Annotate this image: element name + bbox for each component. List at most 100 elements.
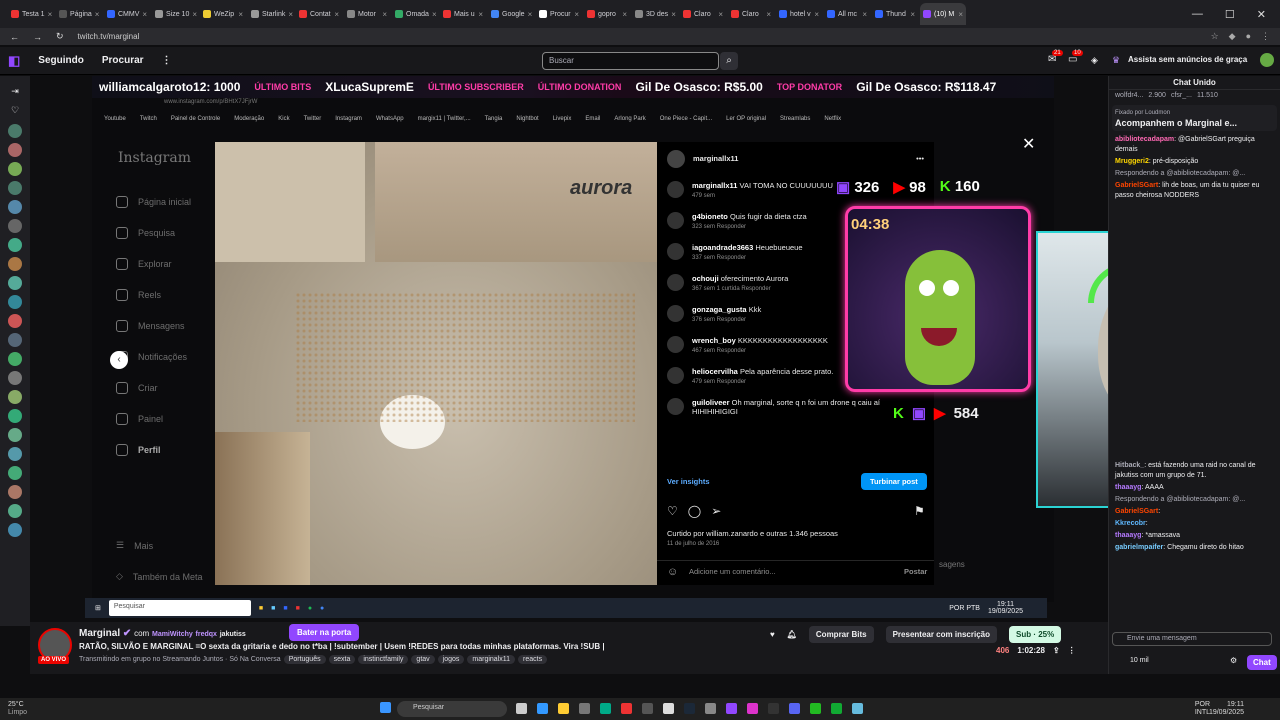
- ig-nav-item[interactable]: Explorar: [116, 248, 214, 279]
- post-options-icon[interactable]: •••: [916, 154, 924, 163]
- chat-message[interactable]: abibliotecadapam: @GabrielSGart preguiça…: [1109, 134, 1280, 156]
- collapse-icon[interactable]: ⇥: [0, 86, 30, 97]
- channel-avatar[interactable]: [8, 447, 22, 461]
- ig-nav-item[interactable]: Painel: [116, 403, 214, 434]
- browser-tab[interactable]: Omada ×: [392, 3, 438, 25]
- bookmark-item[interactable]: Twitter: [304, 116, 322, 122]
- whisper-icon[interactable]: ◈: [1091, 55, 1098, 66]
- tab-close-icon[interactable]: ×: [288, 10, 293, 19]
- browser-tab[interactable]: Testa 1 ×: [8, 3, 54, 25]
- channel-avatar[interactable]: [8, 181, 22, 195]
- bookmark-item[interactable]: margix11 | Twitter,...: [418, 116, 471, 122]
- obs-icon[interactable]: [768, 703, 779, 714]
- browser-tab[interactable]: Motor ×: [344, 3, 390, 25]
- menu-icon[interactable]: ⋮: [1261, 31, 1270, 42]
- chat-message[interactable]: Mruggeri2: pré-disposição: [1109, 156, 1280, 168]
- comment-username[interactable]: g4bioneto: [692, 212, 728, 221]
- tab-close-icon[interactable]: ×: [622, 10, 627, 19]
- channel-avatar[interactable]: [8, 466, 22, 480]
- ig-nav-meta[interactable]: ◇ Também da Meta: [116, 561, 202, 592]
- app-icon[interactable]: [831, 703, 842, 714]
- browser-tab[interactable]: hotel v ×: [776, 3, 822, 25]
- chat-username[interactable]: GabrielSGart: [1115, 508, 1158, 515]
- bookmark-item[interactable]: Painel de Controle: [171, 116, 220, 122]
- tab-close-icon[interactable]: ×: [382, 10, 387, 19]
- collab-3[interactable]: jakutiss: [220, 631, 246, 638]
- tab-close-icon[interactable]: ×: [718, 10, 723, 19]
- chat-username[interactable]: Hitback_: [1115, 462, 1144, 469]
- chat-send-button[interactable]: Chat: [1247, 655, 1277, 670]
- browser-tab[interactable]: WeZip ×: [200, 3, 246, 25]
- channel-avatar[interactable]: [8, 124, 22, 138]
- browser-tab[interactable]: Starlink ×: [248, 3, 294, 25]
- chat-message[interactable]: thaaayg: *amassava: [1109, 530, 1280, 542]
- tab-close-icon[interactable]: ×: [48, 10, 53, 19]
- app-icon[interactable]: [642, 703, 653, 714]
- gift-sub-button[interactable]: Presentear com inscrição: [885, 626, 997, 643]
- stream-tag[interactable]: reacts: [518, 655, 548, 664]
- app-icon[interactable]: [663, 703, 674, 714]
- stream-tag[interactable]: Português: [283, 655, 326, 664]
- twitch-icon[interactable]: [726, 703, 737, 714]
- browser-tab[interactable]: Mais u ×: [440, 3, 486, 25]
- browser-tab[interactable]: All mc ×: [824, 3, 870, 25]
- app-icon[interactable]: [810, 703, 821, 714]
- collab-2[interactable]: fredqx: [196, 631, 217, 638]
- bookmark-item[interactable]: One Piece - Capit...: [660, 116, 712, 122]
- nav-browse[interactable]: Procurar: [102, 55, 144, 66]
- chat-message[interactable]: thaaayg: AAAA: [1109, 482, 1280, 494]
- crown-icon[interactable]: ♛: [1112, 55, 1120, 66]
- ad-free-link[interactable]: Assista sem anúncios de graça: [1128, 55, 1247, 64]
- channel-avatar[interactable]: [8, 314, 22, 328]
- url-field[interactable]: twitch.tv/marginal: [78, 32, 140, 41]
- bookmark-item[interactable]: Moderação: [234, 116, 264, 122]
- post-comment-button[interactable]: Postar: [904, 567, 927, 576]
- chat-username[interactable]: thaaayg: [1115, 484, 1141, 491]
- maximize-icon[interactable]: ☐: [1225, 8, 1235, 21]
- post-username[interactable]: marginallx11: [693, 154, 738, 163]
- channel-avatar[interactable]: [8, 200, 22, 214]
- heart-icon[interactable]: ♥: [770, 630, 775, 639]
- chat-username[interactable]: Mruggeri2: [1115, 158, 1149, 165]
- comment-username[interactable]: heliocervilha: [692, 367, 738, 376]
- channel-avatar[interactable]: [8, 428, 22, 442]
- comment-username[interactable]: ochouji: [692, 274, 719, 283]
- stream-tag[interactable]: marginalx11: [467, 655, 516, 664]
- commenter-avatar[interactable]: [667, 212, 684, 229]
- emoji-icon[interactable]: ☺: [667, 566, 678, 578]
- channel-avatar[interactable]: [8, 485, 22, 499]
- chat-message[interactable]: GabrielSGart: lih de boas, um dia tu qui…: [1109, 180, 1280, 202]
- bookmark-item[interactable]: Kick: [278, 116, 289, 122]
- comment-username[interactable]: iagoandrade3663: [692, 243, 753, 252]
- channel-avatar[interactable]: [8, 162, 22, 176]
- bookmark-item[interactable]: Ler OP original: [726, 116, 766, 122]
- save-icon[interactable]: ⚑: [914, 504, 925, 518]
- windows-start-icon[interactable]: [380, 702, 391, 713]
- ig-nav-item[interactable]: Página inicial: [116, 186, 214, 217]
- bookmark-item[interactable]: Netflix: [824, 116, 841, 122]
- chat-message[interactable]: Kkrecobr:: [1109, 518, 1280, 530]
- search-input[interactable]: Buscar: [542, 52, 719, 70]
- post-user-avatar[interactable]: [667, 149, 685, 168]
- browser-tab[interactable]: Claro ×: [680, 3, 726, 25]
- reload-icon[interactable]: ↻: [56, 31, 64, 42]
- chat-username[interactable]: Kkrecobr: [1115, 520, 1146, 527]
- ig-nav-more[interactable]: ☰ Mais: [116, 530, 153, 561]
- channel-avatar[interactable]: [8, 143, 22, 157]
- chat-username[interactable]: abibliotecadapam: [1115, 136, 1174, 143]
- subscribe-button[interactable]: Sub · 25%: [1008, 626, 1062, 643]
- app-icon[interactable]: [747, 703, 758, 714]
- heart-icon[interactable]: ♡: [0, 105, 30, 116]
- browser-tab[interactable]: 3D des ×: [632, 3, 678, 25]
- previous-post-button[interactable]: ‹: [110, 351, 128, 369]
- close-icon[interactable]: ✕: [1022, 134, 1035, 154]
- channel-avatar[interactable]: [8, 295, 22, 309]
- bookmark-item[interactable]: Livepix: [553, 116, 572, 122]
- tab-close-icon[interactable]: ×: [958, 10, 963, 19]
- chat-username[interactable]: GabrielSGart: [1115, 182, 1158, 189]
- bookmark-item[interactable]: Twitch: [140, 116, 157, 122]
- star-icon[interactable]: ☆: [1211, 31, 1219, 42]
- ig-nav-item[interactable]: Reels: [116, 279, 214, 310]
- insights-link[interactable]: Ver insights: [667, 477, 710, 486]
- bookmark-item[interactable]: Arlong Park: [614, 116, 645, 122]
